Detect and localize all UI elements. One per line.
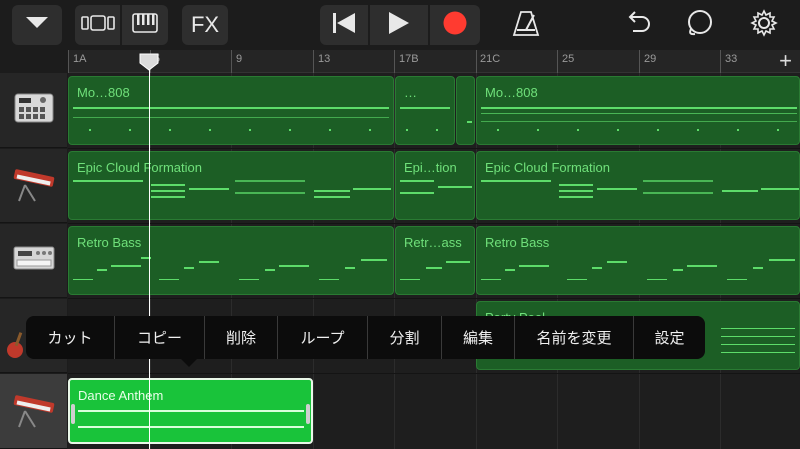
garageband-tracks-view: FX 1A 9 13 17B 21C 25 29 33 + Mo…808 … M… <box>0 0 800 449</box>
ruler-label: 33 <box>725 53 738 65</box>
region-drums-1[interactable]: Mo…808 <box>68 76 394 145</box>
menu-item-loop[interactable]: ループ <box>278 316 368 359</box>
ruler-label: 25 <box>562 53 575 65</box>
menu-item-cut[interactable]: カット <box>26 316 115 359</box>
track-header-keyboard[interactable] <box>0 149 67 223</box>
add-section-button[interactable]: + <box>779 50 792 72</box>
region-synth-3[interactable]: Epic Cloud Formation <box>476 151 800 220</box>
chevron-down-icon <box>26 16 48 34</box>
ruler-label: 1A <box>73 53 87 65</box>
menu-item-split[interactable]: 分割 <box>368 316 442 359</box>
go-to-beginning-button[interactable] <box>320 5 368 45</box>
region-title: Retro Bass <box>485 235 550 250</box>
timeline-ruler[interactable]: 1A 5 9 13 17B 21C 25 29 33 + <box>68 50 800 73</box>
region-title: Dance Anthem <box>78 388 164 403</box>
ruler-label: 21C <box>480 53 501 65</box>
track-header-drum-machine[interactable] <box>0 73 67 148</box>
region-drums-4[interactable]: Mo…808 <box>476 76 800 145</box>
region-context-menu: カット コピー 削除 ループ 分割 編集 名前を変更 設定 <box>26 316 705 359</box>
undo-button[interactable] <box>620 5 656 45</box>
region-bass-2[interactable]: Retr…ass <box>395 226 475 295</box>
instrument-view-button[interactable] <box>122 5 168 45</box>
region-title: Retr…ass <box>404 235 462 250</box>
play-icon <box>388 11 410 40</box>
region-title: Mo…808 <box>77 85 130 100</box>
tracks-view-button[interactable] <box>75 5 120 45</box>
ruler-label: 29 <box>644 53 657 65</box>
my-songs-menu-button[interactable] <box>12 5 62 45</box>
metronome-icon <box>512 9 540 42</box>
ruler-label: 9 <box>236 53 243 65</box>
menu-item-settings[interactable]: 設定 <box>634 316 705 359</box>
menu-item-edit[interactable]: 編集 <box>442 316 515 359</box>
track-header-keyboard-selected[interactable] <box>0 374 67 449</box>
region-bass-1[interactable]: Retro Bass <box>68 226 394 295</box>
region-right-handle[interactable] <box>306 404 310 424</box>
fx-button[interactable]: FX <box>182 5 228 45</box>
menu-item-rename[interactable]: 名前を変更 <box>515 316 634 359</box>
playhead-handle[interactable] <box>139 53 159 71</box>
region-synth-2[interactable]: Epi…tion <box>395 151 475 220</box>
play-button[interactable] <box>370 5 428 45</box>
region-drums-2[interactable]: … <box>395 76 455 145</box>
toolbar: FX <box>0 0 800 50</box>
region-title: Epi…tion <box>404 160 457 175</box>
ruler-label: 13 <box>318 53 331 65</box>
loop-browser-button[interactable] <box>682 5 718 45</box>
fx-label: FX <box>190 12 220 37</box>
tracks-area[interactable]: Mo…808 … Mo…808 Epic Cloud Formation Epi… <box>68 73 800 449</box>
keyboard-icon <box>11 163 57 208</box>
context-menu-pointer <box>180 358 198 367</box>
loop-icon <box>686 9 714 42</box>
region-drums-3[interactable] <box>456 76 475 145</box>
menu-item-copy[interactable]: コピー <box>115 316 205 359</box>
region-bass-3[interactable]: Retro Bass <box>476 226 800 295</box>
region-synth-1[interactable]: Epic Cloud Formation <box>68 151 394 220</box>
region-title: Epic Cloud Formation <box>77 160 202 175</box>
drum-machine-icon <box>13 90 55 131</box>
keyboard-keys-icon <box>132 12 158 38</box>
playhead-line <box>149 60 150 449</box>
ruler-label: 17B <box>399 53 419 65</box>
region-title: Mo…808 <box>485 85 538 100</box>
region-title: Retro Bass <box>77 235 142 250</box>
region-dance-anthem[interactable]: Dance Anthem <box>68 378 313 444</box>
guitar-icon <box>5 330 27 365</box>
undo-icon <box>625 10 651 40</box>
synth-module-icon <box>12 244 56 277</box>
keyboard-icon <box>11 389 57 434</box>
record-button[interactable] <box>430 5 480 45</box>
settings-button[interactable] <box>746 5 782 45</box>
gear-icon <box>750 8 778 42</box>
metronome-button[interactable] <box>508 5 544 45</box>
record-icon <box>443 11 467 40</box>
region-title: Epic Cloud Formation <box>485 160 610 175</box>
skip-back-icon <box>332 12 356 39</box>
track-header-synth-module[interactable] <box>0 224 67 298</box>
tracks-view-icon <box>80 14 115 36</box>
region-left-handle[interactable] <box>71 404 75 424</box>
region-title: … <box>404 85 417 100</box>
menu-item-delete[interactable]: 削除 <box>205 316 278 359</box>
